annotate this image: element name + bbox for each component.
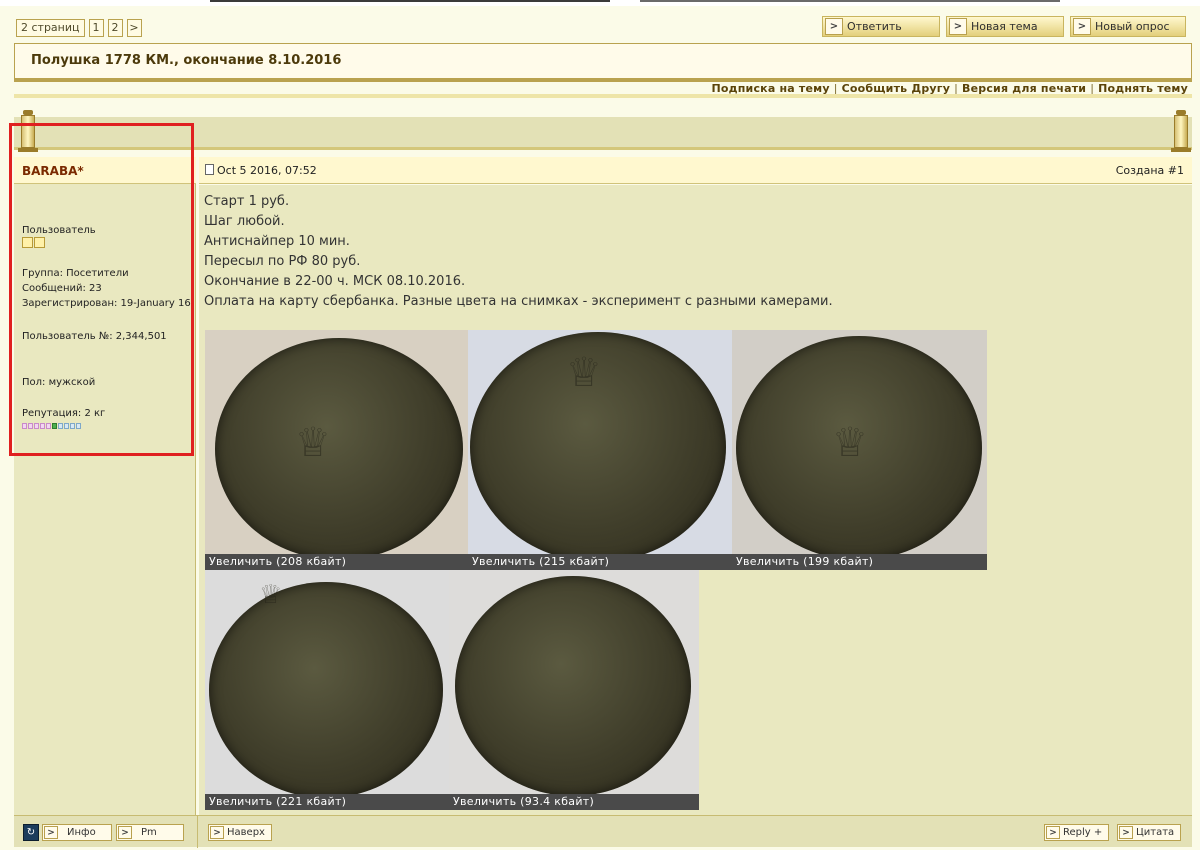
author-group: Группа: Посетители [22,268,129,279]
post-icon [205,164,214,175]
reply-button[interactable]: > Ответить [822,16,940,37]
pages-count-label[interactable]: 2 страниц [16,19,85,37]
reply-plus-button[interactable]: > Reply + [1044,824,1110,841]
coin-image[interactable]: ♕ Увеличить (215 кбайт) [468,330,732,570]
page-1-link[interactable]: 1 [88,19,104,37]
next-page-link[interactable]: > [126,19,142,37]
post-body: Старт 1 руб. Шаг любой. Антиснайпер 10 м… [199,185,1192,815]
image-enlarge-link[interactable]: Увеличить (215 кбайт) [468,554,732,570]
info-button[interactable]: > Инфо [42,824,112,841]
post-line: Пересыл по РФ 80 руб. [204,254,361,269]
author-role: Пользователь [22,225,96,236]
author-name[interactable]: BARABA* [14,157,196,184]
coin-image[interactable]: ♕ Увеличить (221 кбайт) [205,570,449,810]
lantern-icon [17,110,39,155]
image-enlarge-link[interactable]: Увеличить (93.4 кбайт) [449,794,699,810]
new-topic-button[interactable]: > Новая тема [946,16,1064,37]
image-enlarge-link[interactable]: Увеличить (199 кбайт) [732,554,987,570]
image-enlarge-link[interactable]: Увеличить (221 кбайт) [205,794,449,810]
back-to-top-button[interactable]: > Наверх [208,824,272,841]
author-registered: Зарегистрирован: 19-January 16 [22,298,191,309]
author-gender: Пол: мужской [22,377,96,388]
divider-strip [14,94,1192,98]
arrow-right-icon: > [1046,826,1060,839]
coin-image[interactable]: ♕ Увеличить (199 кбайт) [732,330,987,570]
arrow-right-icon: > [210,826,224,839]
post-date: Oct 5 2016, 07:52 [217,164,317,177]
arrow-right-icon: > [949,18,967,35]
post-table-header [14,117,1192,150]
new-poll-button[interactable]: > Новый опрос [1070,16,1186,37]
topic-title-bar: Полушка 1778 КМ., окончание 8.10.2016 [14,43,1192,82]
rank-pip-icon [34,237,45,248]
coin-image[interactable]: Увеличить (93.4 кбайт) [449,570,699,810]
window-top-edge [0,0,1200,6]
arrow-right-icon: > [1073,18,1091,35]
post-header: Oct 5 2016, 07:52 Создана #1 [199,157,1192,184]
arrow-right-icon: > [44,826,58,839]
arrow-right-icon: > [118,826,132,839]
post-line: Окончание в 22-00 ч. МСК 08.10.2016. [204,274,466,289]
author-posts: Сообщений: 23 [22,283,102,294]
page-2-link[interactable]: 2 [107,19,123,37]
post-number-link[interactable]: Создана #1 [1116,164,1184,177]
refresh-icon[interactable]: ↻ [23,824,39,841]
post-line: Шаг любой. [204,214,285,229]
author-user-number: Пользователь №: 2,344,501 [22,331,167,342]
post-line: Антиснайпер 10 мин. [204,234,350,249]
topic-actions: > Ответить > Новая тема > Новый опрос [822,16,1186,37]
coin-image[interactable]: ♕ Увеличить (208 кбайт) [205,330,468,570]
arrow-right-icon: > [1119,826,1133,839]
post-line: Оплата на карту сбербанка. Разные цвета … [204,294,833,309]
author-reputation: Репутация: 2 кг [22,408,106,419]
image-enlarge-link[interactable]: Увеличить (208 кбайт) [205,554,468,570]
post-line: Старт 1 руб. [204,194,290,209]
lantern-icon [1170,110,1192,155]
topic-title: Полушка 1778 КМ., окончание 8.10.2016 [31,53,342,68]
author-panel: BARABA* Пользователь Группа: Посетители … [14,157,196,815]
author-rank-icons [22,237,45,253]
rank-pip-icon [22,237,33,248]
post-footer: ↻ > Инфо > Pm > Наверх > Reply + > Цитата [14,815,1192,848]
pagination: 2 страниц 1 2 > [16,19,142,37]
pm-button[interactable]: > Pm [116,824,184,841]
quote-button[interactable]: > Цитата [1117,824,1182,841]
arrow-right-icon: > [825,18,843,35]
reputation-bar [22,421,81,429]
